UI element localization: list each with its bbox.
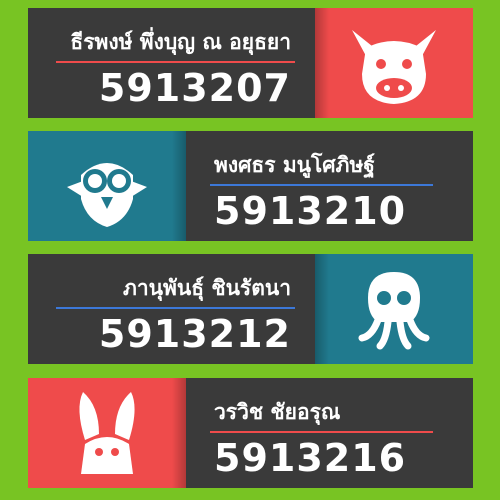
icon-panel [28, 378, 186, 488]
icon-panel [315, 8, 473, 118]
student-name: พงศธร มนูโศภิษฐ์ [214, 153, 375, 177]
name-divider [56, 307, 295, 309]
card-info: วรวิช ชัยอรุณ 5913216 [186, 378, 473, 488]
card-info: ภานุพันธุ์ ชินรัตนา 5913212 [28, 254, 315, 364]
student-name: ธีรพงษ์ พึ่งบุญ ณ อยุธยา [70, 30, 291, 54]
student-card-3: ภานุพันธุ์ ชินรัตนา 5913212 [28, 254, 473, 364]
student-name: วรวิช ชัยอรุณ [214, 400, 341, 424]
student-name: ภานุพันธุ์ ชินรัตนา [123, 276, 291, 300]
student-id: 5913207 [98, 66, 291, 110]
owl-icon [67, 163, 147, 227]
student-card-1: ธีรพงษ์ พึ่งบุญ ณ อยุธยา 5913207 [28, 8, 473, 118]
student-card-2: พงศธร มนูโศภิษฐ์ 5913210 [28, 131, 473, 241]
student-id: 5913216 [214, 436, 407, 480]
name-divider [56, 61, 295, 63]
name-divider [210, 431, 433, 433]
name-divider [210, 184, 433, 186]
card-info: พงศธร มนูโศภิษฐ์ 5913210 [186, 131, 473, 241]
cow-icon [352, 30, 436, 104]
octopus-icon [358, 272, 430, 350]
card-info: ธีรพงษ์ พึ่งบุญ ณ อยุธยา 5913207 [28, 8, 315, 118]
icon-panel [28, 131, 186, 241]
icon-panel [315, 254, 473, 364]
student-id: 5913212 [98, 312, 291, 356]
student-card-4: วรวิช ชัยอรุณ 5913216 [28, 378, 473, 488]
rabbit-icon [79, 392, 135, 474]
student-id: 5913210 [214, 189, 407, 233]
